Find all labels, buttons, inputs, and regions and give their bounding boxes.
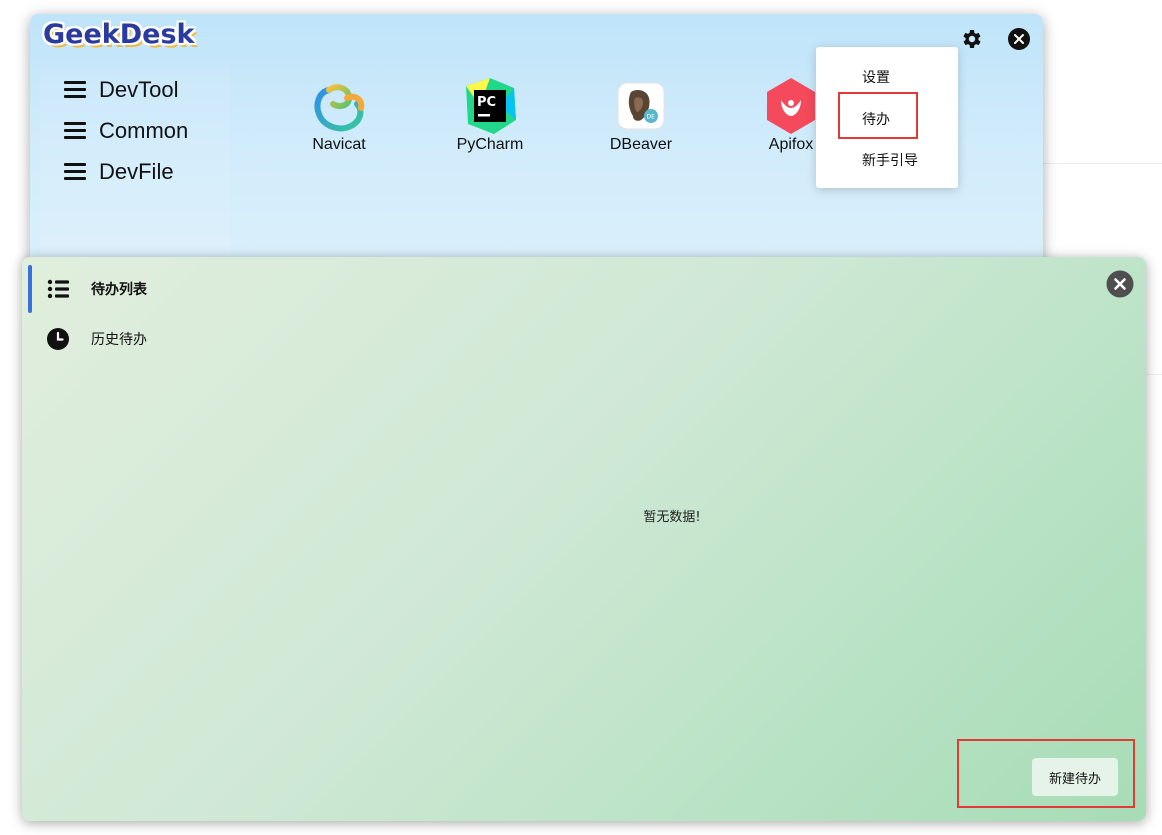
geekdesk-logo: GeekDesk — [43, 19, 195, 50]
pycharm-badge-text: PC — [477, 95, 496, 110]
close-icon[interactable] — [1007, 27, 1031, 51]
app-dbeaver[interactable]: DE DBeaver — [586, 76, 696, 154]
close-icon[interactable] — [1106, 270, 1134, 298]
clock-icon — [46, 327, 70, 351]
background-divider — [1043, 163, 1162, 164]
menu-item-label: DevTool — [99, 77, 179, 102]
dropdown-item-guide[interactable]: 新手引导 — [862, 150, 942, 170]
hamburger-icon — [64, 81, 86, 99]
hamburger-icon — [64, 163, 86, 181]
nav-history[interactable]: 历史待办 — [46, 327, 147, 351]
app-label: PyCharm — [456, 136, 524, 153]
pycharm-icon: PC — [460, 76, 520, 136]
hamburger-icon — [64, 122, 86, 140]
dropdown-item-settings[interactable]: 设置 — [862, 67, 942, 87]
empty-state-text: 暂无数据! — [643, 510, 701, 525]
nav-label: 待办列表 — [91, 282, 147, 298]
active-nav-indicator — [28, 265, 32, 313]
menu-item-common[interactable]: Common — [64, 116, 188, 146]
nav-label: 历史待办 — [91, 332, 147, 348]
background-divider — [1146, 374, 1162, 375]
settings-dropdown-menu: 设置 待办 新手引导 — [816, 47, 958, 188]
menu-item-devfile[interactable]: DevFile — [64, 157, 174, 187]
apifox-icon — [761, 76, 821, 136]
menu-item-devtool[interactable]: DevTool — [64, 75, 178, 105]
navicat-icon — [309, 76, 369, 136]
app-pycharm[interactable]: PC PyCharm — [435, 76, 545, 154]
menu-item-label: Common — [99, 118, 189, 143]
app-label: Navicat — [312, 136, 366, 153]
dropdown-item-todo[interactable]: 待办 — [862, 109, 922, 129]
app-label: DBeaver — [609, 136, 673, 153]
dbeaver-icon: DE — [611, 76, 671, 136]
settings-gear-icon[interactable] — [959, 27, 983, 51]
new-todo-button[interactable]: 新建待办 — [1032, 758, 1118, 796]
todo-window: 待办列表 历史待办 暂无数据! 新建待办 — [22, 257, 1146, 821]
app-navicat[interactable]: Navicat — [284, 76, 394, 154]
dbeaver-badge-text: DE — [647, 114, 656, 121]
list-icon — [46, 277, 70, 301]
menu-item-label: DevFile — [99, 159, 174, 184]
nav-todo-list[interactable]: 待办列表 — [46, 277, 147, 301]
